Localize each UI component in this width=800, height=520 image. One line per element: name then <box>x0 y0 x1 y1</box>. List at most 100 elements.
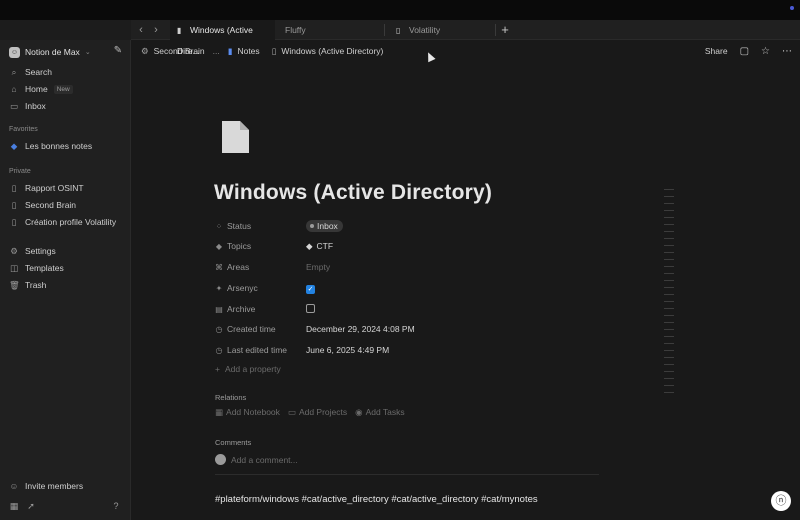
page-icon: ▯ <box>11 182 17 193</box>
inbox-icon: ▭ <box>9 100 19 111</box>
property-label: Status <box>227 221 252 231</box>
property-status[interactable]: ⁘ Status Inbox <box>215 219 343 233</box>
sidebar-item-home[interactable]: ⌂ Home New <box>9 82 73 96</box>
help-icon[interactable]: ? <box>110 501 122 511</box>
tag-icon: ◆ <box>306 240 313 251</box>
back-arrow-icon[interactable]: ‹ <box>135 23 147 37</box>
sidebar-item-label: Second Brain <box>25 200 77 210</box>
breadcrumb-notes[interactable]: Notes <box>237 46 259 56</box>
tab-label: Fluffy <box>285 25 306 35</box>
add-property-button[interactable]: + Add a property <box>215 364 281 374</box>
tab-bar-sidebar-area <box>0 20 131 40</box>
tag-icon: ◆ <box>10 140 18 151</box>
send-icon[interactable]: ➚ <box>25 501 37 512</box>
page-body-tags[interactable]: #plateform/windows #cat/active_directory… <box>215 494 538 505</box>
sidebar-item-label: Search <box>25 67 52 77</box>
sidebar-item-label: Invite members <box>25 481 84 491</box>
property-last-edited-time[interactable]: ◷ Last edited time June 6, 2025 4:49 PM <box>215 343 390 357</box>
notes-folder-icon: ▮ <box>227 45 233 56</box>
property-label: Created time <box>227 324 276 334</box>
sidebar-item-label: Rapport OSINT <box>25 183 84 193</box>
add-projects-button[interactable]: ▭ Add Projects <box>288 407 347 418</box>
new-badge: New <box>53 84 73 94</box>
ai-assistant-button[interactable]: ⓝ <box>771 491 791 511</box>
chevron-down-icon: ⌄ <box>84 49 91 56</box>
property-label: Topics <box>227 241 252 251</box>
relation-label: Add Tasks <box>365 407 405 417</box>
workspace-switcher[interactable]: ☺ Notion de Max ⌄ <box>9 45 91 59</box>
check-circle-icon: ◉ <box>355 407 363 417</box>
page-document-icon <box>222 121 249 153</box>
plus-icon: + <box>215 364 220 374</box>
workspace-avatar: ☺ <box>9 46 20 58</box>
new-tab-plus-icon[interactable]: + <box>499 22 511 38</box>
page-icon: ▯ <box>396 26 401 35</box>
breadcrumb-second-brain[interactable]: Second Brain <box>154 46 205 56</box>
avatar <box>215 454 226 465</box>
sidebar-item-second-brain[interactable]: ▯ Second Brain <box>9 198 76 212</box>
sidebar-item-search[interactable]: ⌕ Search <box>9 65 52 79</box>
property-label: Last edited time <box>227 345 288 355</box>
property-arsenyc[interactable]: ✦ Arsenyc ✓ <box>215 281 315 295</box>
status-pill[interactable]: Inbox <box>306 220 343 232</box>
table-of-contents-ticks[interactable] <box>664 189 674 399</box>
sidebar-item-inbox[interactable]: ▭ Inbox <box>9 99 46 113</box>
relations-heading: Relations <box>215 393 247 402</box>
tab-divider <box>384 24 385 36</box>
star-icon[interactable]: ☆ <box>761 46 770 57</box>
archive-checkbox[interactable] <box>306 303 315 313</box>
notebook-icon: ▦ <box>215 407 224 417</box>
share-button[interactable]: Share <box>705 46 728 56</box>
breadcrumb-current-page[interactable]: Windows (Active Directory) <box>281 46 383 56</box>
property-areas[interactable]: ⌘ Areas Empty <box>215 260 330 274</box>
gear-icon: ⚙ <box>10 245 18 256</box>
add-tasks-button[interactable]: ◉ Add Tasks <box>355 407 404 418</box>
topics-value: CTF <box>316 241 334 251</box>
page-actions: Share ▢ ☆ ⋯ <box>705 44 792 58</box>
sidebar-item-label: Home <box>25 84 48 94</box>
search-icon: ⌕ <box>11 66 17 77</box>
new-page-compose-icon[interactable]: ✎ <box>112 45 124 57</box>
command-icon: ⌘ <box>215 262 223 272</box>
calendar-icon[interactable]: ▦ <box>8 501 20 512</box>
comment-icon[interactable]: ▢ <box>740 46 749 57</box>
arsenyc-checkbox[interactable]: ✓ <box>306 284 315 294</box>
relations-row: ▦ Add Notebook ▭ Add Projects ◉ Add Tasks <box>215 407 405 418</box>
folder-icon: ▭ <box>287 407 296 417</box>
page-icon: ▯ <box>11 216 17 227</box>
breadcrumb-ellipsis[interactable]: ... <box>213 46 220 56</box>
sidebar-item-templates[interactable]: ◫ Templates <box>9 261 64 275</box>
mouse-cursor <box>424 50 436 63</box>
property-label: Archive <box>227 304 256 314</box>
forward-arrow-icon[interactable]: › <box>150 23 162 37</box>
tab-windows-active-directory[interactable]: ▮ Windows (Active Dire... <box>170 20 275 56</box>
templates-icon: ◫ <box>9 262 19 273</box>
property-label: Areas <box>227 262 250 272</box>
add-property-label: Add a property <box>224 364 281 374</box>
page-icon: ▯ <box>271 45 277 56</box>
sidebar-item-label: Création profile Volatility <box>25 217 117 227</box>
sidebar-item-rapport-osint[interactable]: ▯ Rapport OSINT <box>9 181 84 195</box>
sidebar-item-label: Templates <box>25 263 64 273</box>
sidebar-item-label: Inbox <box>25 101 46 111</box>
property-topics[interactable]: ◆ Topics ◆ CTF <box>215 239 333 253</box>
tab-fluffy[interactable]: Fluffy <box>278 20 384 40</box>
more-icon[interactable]: ⋯ <box>782 46 792 57</box>
status-dot <box>790 6 794 10</box>
add-notebook-button[interactable]: ▦ Add Notebook <box>215 407 280 418</box>
property-archive[interactable]: ▤ Archive <box>215 302 315 316</box>
comment-input[interactable]: Add a comment... <box>215 454 298 465</box>
sidebar-item-invite-members[interactable]: ☺ Invite members <box>9 479 83 493</box>
sidebar-item-trash[interactable]: 🗑 Trash <box>9 278 46 292</box>
sidebar-item-settings[interactable]: ⚙ Settings <box>9 244 56 258</box>
property-created-time[interactable]: ◷ Created time December 29, 2024 4:08 PM <box>215 322 415 336</box>
tab-label: Volatility <box>409 25 441 35</box>
sidebar-item-creation-profile-volatility[interactable]: ▯ Création profile Volatility <box>9 215 117 229</box>
trash-icon: 🗑 <box>9 279 20 290</box>
archive-icon: ▤ <box>215 304 223 314</box>
tab-volatility[interactable]: ▯ Volatility <box>389 20 495 40</box>
page-title[interactable]: Windows (Active Directory) <box>214 181 492 205</box>
breadcrumb: ⚙ Second Brain ... ▮ Notes ▯ Windows (Ac… <box>141 44 383 58</box>
sidebar-item-les-bonnes-notes[interactable]: ◆ Les bonnes notes <box>9 139 92 153</box>
status-value: Inbox <box>317 221 338 231</box>
